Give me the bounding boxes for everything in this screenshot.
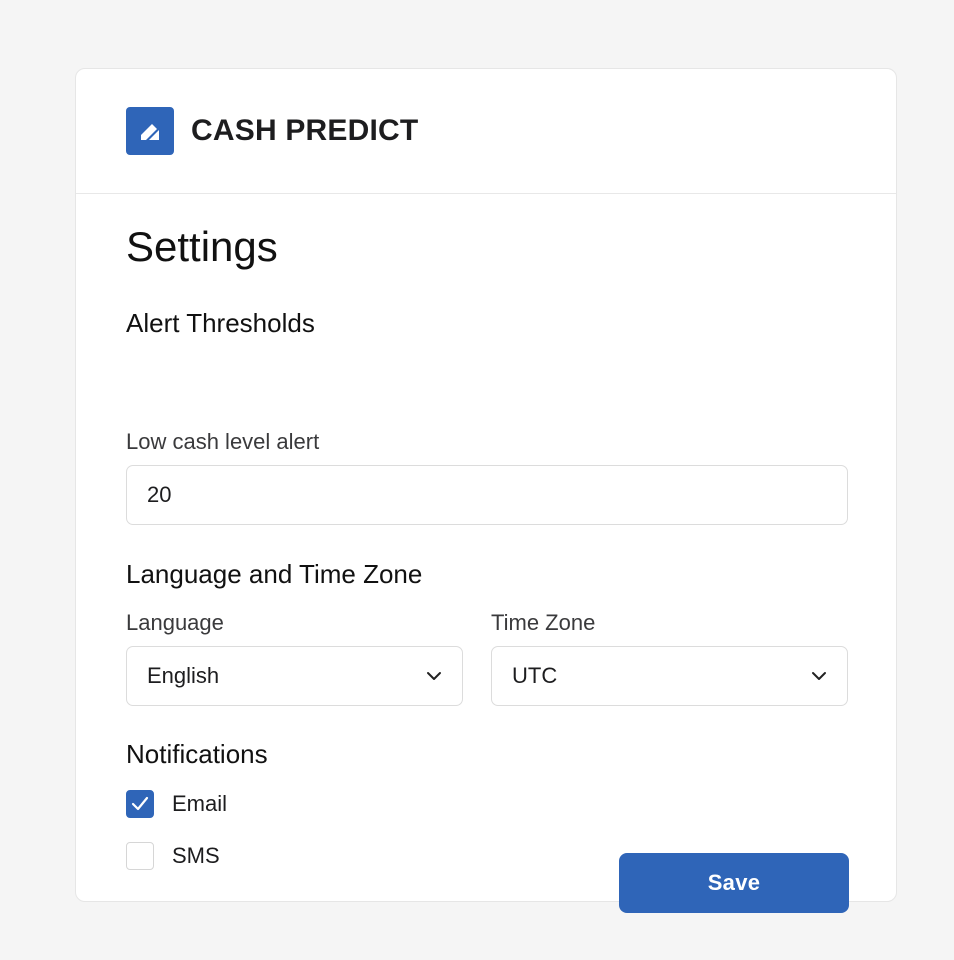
checkmark-icon: [131, 796, 149, 811]
language-label: Language: [126, 610, 224, 635]
pencil-square-icon: [126, 107, 174, 155]
sms-label: SMS: [172, 843, 220, 868]
language-select[interactable]: English: [126, 646, 463, 706]
chevron-down-icon: [811, 671, 827, 681]
page-title: Settings: [126, 223, 278, 270]
brand-name: CASH PREDICT: [191, 114, 419, 147]
notifications-heading: Notifications: [126, 739, 268, 769]
timezone-select[interactable]: UTC: [491, 646, 848, 706]
language-timezone-heading: Language and Time Zone: [126, 559, 423, 589]
chevron-down-icon: [426, 671, 442, 681]
sms-checkbox[interactable]: [126, 842, 154, 870]
email-checkbox[interactable]: [126, 790, 154, 818]
email-label: Email: [172, 791, 228, 816]
save-button[interactable]: Save: [619, 853, 849, 913]
language-value: English: [147, 663, 220, 688]
sms-checkbox-row[interactable]: SMS: [126, 842, 220, 870]
alert-thresholds-heading: Alert Thresholds: [126, 308, 315, 338]
low-cash-label: Low cash level alert: [126, 429, 320, 454]
settings-card: CASH PREDICT Settings Alert Thresholds L…: [75, 68, 897, 913]
app-header: CASH PREDICT: [76, 69, 896, 194]
timezone-value: UTC: [512, 663, 558, 688]
email-checkbox-row[interactable]: Email: [126, 790, 227, 818]
timezone-label: Time Zone: [491, 610, 596, 635]
low-cash-input[interactable]: [126, 465, 848, 525]
